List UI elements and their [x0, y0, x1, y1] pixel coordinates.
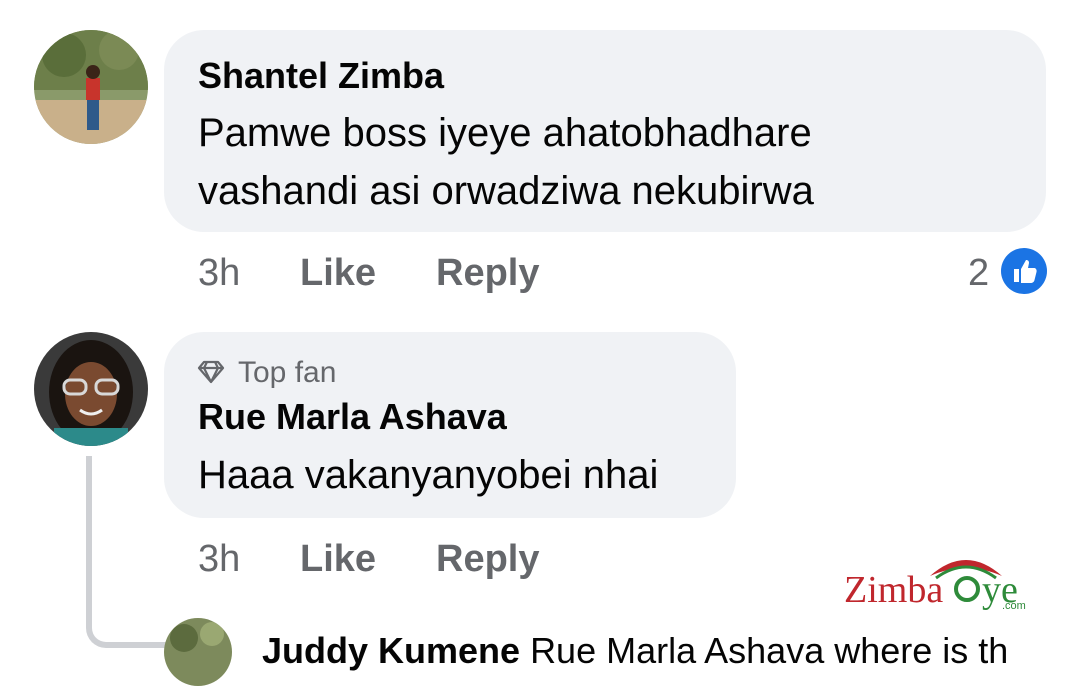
- top-fan-badge: Top fan: [238, 356, 337, 389]
- like-button[interactable]: Like: [300, 252, 376, 295]
- reply-author[interactable]: Juddy Kumene: [262, 630, 520, 671]
- comment-text: Haaa vakanyanyobei nhai: [198, 453, 659, 497]
- comment-timestamp[interactable]: 3h: [198, 538, 240, 581]
- comment-timestamp[interactable]: 3h: [198, 252, 240, 295]
- comment-author[interactable]: Rue Marla Ashava: [198, 396, 507, 438]
- watermark-domain: .com: [1002, 600, 1026, 612]
- reply-preview[interactable]: Juddy Kumene Rue Marla Ashava where is t…: [262, 630, 1008, 672]
- avatar-shantel-zimba[interactable]: [34, 30, 148, 144]
- reply-text: Rue Marla Ashava where is th: [530, 630, 1009, 671]
- reply-button[interactable]: Reply: [436, 252, 539, 295]
- thread-connector: [86, 456, 166, 648]
- comment-bubble: Top fan Rue Marla Ashava Haaa vakanyanyo…: [164, 332, 736, 518]
- watermark-brand: Zimba: [844, 569, 944, 611]
- reaction-count[interactable]: 2: [968, 252, 989, 295]
- comment-text-line-2: vashandi asi orwadziwa nekubirwa: [198, 169, 814, 213]
- comment-actions: 3h Like Reply: [198, 538, 698, 588]
- comment-actions: 3h Like Reply 2: [198, 252, 1058, 302]
- like-button[interactable]: Like: [300, 538, 376, 581]
- comment-bubble: Shantel Zimba Pamwe boss iyeye ahatobhad…: [164, 30, 1046, 232]
- diamond-icon: [196, 360, 226, 384]
- watermark-logo: Zimba ye .com: [842, 550, 1032, 614]
- watermark-eye-icon: [954, 576, 980, 602]
- reply-button[interactable]: Reply: [436, 538, 539, 581]
- avatar-juddy-kumene[interactable]: [164, 618, 232, 686]
- comment-author[interactable]: Shantel Zimba: [198, 55, 444, 97]
- avatar-rue-marla-ashava[interactable]: [34, 332, 148, 446]
- like-reaction-icon[interactable]: [1001, 248, 1047, 294]
- comment-text-line-1: Pamwe boss iyeye ahatobhadhare: [198, 111, 812, 155]
